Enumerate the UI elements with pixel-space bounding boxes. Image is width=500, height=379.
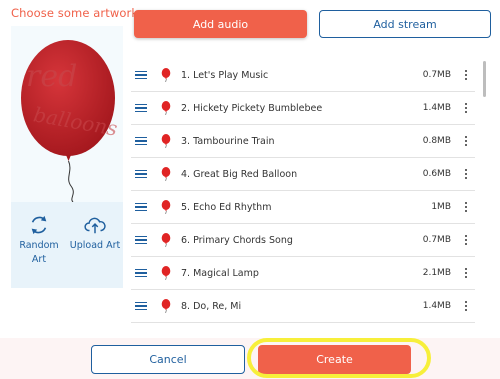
track-name: 4. Great Big Red Balloon — [181, 168, 298, 180]
balloon-icon — [161, 266, 171, 280]
drag-handle-icon[interactable] — [135, 169, 149, 179]
track-name: 3. Tambourine Train — [181, 135, 275, 147]
more-vert-icon[interactable] — [457, 69, 475, 81]
random-art-button[interactable]: Random Art — [11, 214, 67, 267]
track-name: 8. Do, Re, Mi — [181, 300, 242, 312]
track-name: 6. Primary Chords Song — [181, 234, 293, 246]
balloon-icon — [161, 167, 171, 181]
track-name: 2. Hickety Pickety Bumblebee — [181, 102, 323, 114]
track-row[interactable]: 8. Do, Re, Mi 1.4MB — [131, 290, 475, 323]
track-size: 1.4MB — [422, 103, 451, 113]
balloon-icon — [161, 299, 171, 313]
track-row[interactable]: 1. Let's Play Music 0.7MB — [131, 59, 475, 92]
upload-art-button[interactable]: Upload Art — [67, 214, 123, 253]
track-size: 0.7MB — [422, 70, 451, 80]
track-list[interactable]: 1. Let's Play Music 0.7MB 2. Hickety Picke… — [131, 57, 487, 342]
artwork-panel: red balloons Random Art Upload Art — [11, 26, 123, 288]
upload-art-label: Upload Art — [69, 240, 121, 251]
red-balloon-artwork: red balloons — [21, 40, 119, 202]
balloon-icon — [161, 134, 171, 148]
drag-handle-icon[interactable] — [135, 268, 149, 278]
artwork-heading: Choose some artwork — [11, 6, 139, 20]
more-vert-icon[interactable] — [457, 168, 475, 180]
cloud-upload-icon — [84, 217, 106, 234]
balloon-icon — [161, 68, 171, 82]
add-stream-button[interactable]: Add stream — [319, 10, 491, 38]
add-audio-button[interactable]: Add audio — [134, 10, 307, 38]
balloon-icon — [161, 200, 171, 214]
drag-handle-icon[interactable] — [135, 301, 149, 311]
more-vert-icon[interactable] — [457, 135, 475, 147]
track-size: 1MB — [431, 202, 451, 212]
more-vert-icon[interactable] — [457, 300, 475, 312]
make-your-own-card-editor: Choose some artwork red balloons Random … — [0, 0, 500, 379]
track-size: 1.4MB — [422, 301, 451, 311]
more-vert-icon[interactable] — [457, 102, 475, 114]
random-art-label: Random Art — [19, 240, 59, 265]
more-vert-icon[interactable] — [457, 201, 475, 213]
track-size: 0.8MB — [422, 136, 451, 146]
balloon-icon — [161, 101, 171, 115]
drag-handle-icon[interactable] — [135, 202, 149, 212]
refresh-icon — [31, 215, 47, 235]
drag-handle-icon[interactable] — [135, 103, 149, 113]
more-vert-icon[interactable] — [457, 234, 475, 246]
track-name: 1. Let's Play Music — [181, 69, 269, 81]
track-row[interactable]: 2. Hickety Pickety Bumblebee 1.4MB — [131, 92, 475, 125]
track-size: 0.6MB — [422, 169, 451, 179]
create-button[interactable]: Create — [258, 345, 411, 374]
artwork-logo-text: red — [26, 59, 77, 94]
balloon-icon — [161, 233, 171, 247]
track-size: 0.7MB — [422, 235, 451, 245]
track-row[interactable]: 3. Tambourine Train 0.8MB — [131, 125, 475, 158]
drag-handle-icon[interactable] — [135, 136, 149, 146]
list-scrollbar[interactable] — [482, 57, 487, 101]
track-row[interactable]: 5. Echo Ed Rhythm 1MB — [131, 191, 475, 224]
artwork-image[interactable]: red balloons — [11, 26, 123, 202]
track-size: 2.1MB — [422, 268, 451, 278]
drag-handle-icon[interactable] — [135, 70, 149, 80]
track-row[interactable]: 6. Primary Chords Song 0.7MB — [131, 224, 475, 257]
artwork-actions: Random Art Upload Art — [11, 214, 123, 284]
track-name: 7. Magical Lamp — [181, 267, 259, 279]
track-row[interactable]: 4. Great Big Red Balloon 0.6MB — [131, 158, 475, 191]
track-name: 5. Echo Ed Rhythm — [181, 201, 272, 213]
drag-handle-icon[interactable] — [135, 235, 149, 245]
more-vert-icon[interactable] — [457, 267, 475, 279]
cancel-button[interactable]: Cancel — [91, 345, 245, 374]
track-row[interactable]: 7. Magical Lamp 2.1MB — [131, 257, 475, 290]
footer-bar — [0, 338, 500, 379]
